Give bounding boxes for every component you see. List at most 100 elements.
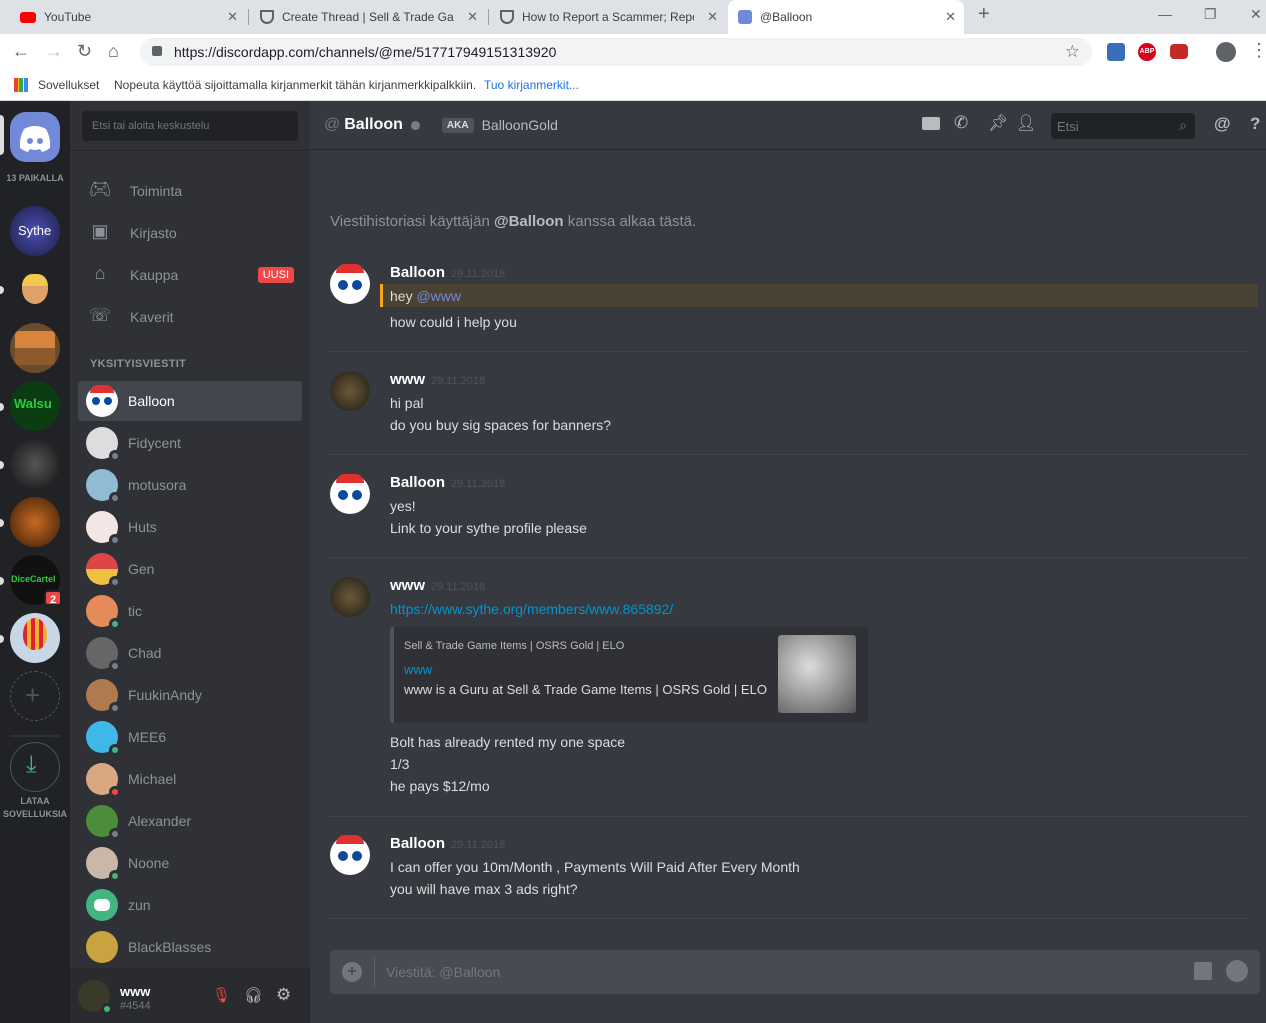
author-avatar[interactable] <box>330 835 370 875</box>
dm-item-fuukinandy[interactable]: FuukinAndy <box>78 675 302 715</box>
star-icon[interactable]: ☆ <box>1065 42 1080 62</box>
message-text: he pays $12/mo <box>390 778 490 794</box>
video-call-icon[interactable] <box>922 117 940 130</box>
address-bar[interactable]: https://discordapp.com/channels/@me/5177… <box>140 38 1092 66</box>
library-icon: ▣ <box>91 221 109 241</box>
message-text: hi pal <box>390 395 424 411</box>
restore-icon[interactable]: ❐ <box>1204 6 1217 23</box>
add-server-button[interactable]: + <box>10 671 60 721</box>
close-window-icon[interactable]: ✕ <box>1250 6 1262 23</box>
profile-icon[interactable] <box>1216 42 1236 62</box>
dm-item-mee6[interactable]: MEE6 <box>78 717 302 757</box>
server-balloon[interactable] <box>10 613 60 663</box>
back-icon[interactable]: ← <box>12 41 30 62</box>
settings-gear-icon[interactable]: ⚙ <box>276 985 291 1005</box>
forward-icon[interactable]: → <box>45 41 63 62</box>
status-offline-icon <box>109 534 121 546</box>
dm-item-noone[interactable]: Noone <box>78 843 302 883</box>
close-icon[interactable]: ✕ <box>707 9 718 25</box>
message-author[interactable]: Balloon 29.11.2018 <box>390 474 505 491</box>
embed-title[interactable]: www <box>404 662 432 677</box>
embed-thumbnail[interactable] <box>778 635 856 713</box>
close-icon[interactable]: ✕ <box>945 9 956 25</box>
message-text: you will have max 3 ads right? <box>390 881 578 897</box>
tab-balloon[interactable]: @Balloon ✕ <box>728 0 964 34</box>
user-avatar[interactable] <box>78 980 113 1015</box>
search-input[interactable]: Etsi ⌕ <box>1051 113 1195 139</box>
help-icon[interactable]: ? <box>1250 114 1260 134</box>
avatar <box>86 721 121 756</box>
avatar <box>86 427 121 462</box>
headphones-icon[interactable]: 🎧︎ <box>244 986 263 1004</box>
minimize-icon[interactable]: — <box>1158 6 1172 22</box>
message-author[interactable]: Balloon 29.11.2018 <box>390 835 505 852</box>
status-offline-icon <box>109 450 121 462</box>
dm-sidebar: Etsi tai aloita keskustelu 🎮︎ Toiminta ▣ K… <box>70 101 310 1023</box>
new-tab-icon[interactable]: + <box>978 3 990 26</box>
message-input-placeholder[interactable]: Viestitä: @Balloon <box>386 964 500 980</box>
adblock-icon[interactable]: ABP <box>1138 43 1156 61</box>
emoji-icon[interactable] <box>1226 960 1248 982</box>
dm-item-chad[interactable]: Chad <box>78 633 302 673</box>
nav-label: Kauppa <box>130 267 179 283</box>
apps-label[interactable]: Sovellukset <box>38 78 99 92</box>
nav-store[interactable]: ⌂ Kauppa UUSI <box>78 255 302 295</box>
dm-item-blackblasses[interactable]: BlackBlasses <box>78 927 302 967</box>
nav-friends[interactable]: ☏ Kaverit <box>78 297 302 337</box>
dm-item-gen[interactable]: Gen <box>78 549 302 589</box>
server-bird[interactable] <box>10 439 60 489</box>
home-icon[interactable]: ⌂ <box>108 41 119 62</box>
dm-item-tic[interactable]: tic <box>78 591 302 631</box>
voice-call-icon[interactable]: ✆ <box>954 113 968 133</box>
gift-icon[interactable] <box>1194 962 1212 980</box>
upload-plus-icon[interactable]: + <box>342 962 362 982</box>
nav-activity[interactable]: 🎮︎ Toiminta <box>78 171 302 211</box>
browser-tab-bar: YouTube ✕ Create Thread | Sell & Trade G… <box>0 0 1266 34</box>
download-apps-button[interactable]: ⤓ <box>10 742 60 792</box>
tab-create-thread[interactable]: Create Thread | Sell & Trade Gam ✕ <box>250 0 486 34</box>
message-text: how could i help you <box>390 314 517 330</box>
author-avatar[interactable] <box>330 371 370 411</box>
pin-icon[interactable]: 📌︎ <box>988 113 1008 133</box>
extension-icon[interactable] <box>1107 43 1125 61</box>
nav-library[interactable]: ▣ Kirjasto <box>78 213 302 253</box>
close-icon[interactable]: ✕ <box>227 9 238 25</box>
import-bookmarks-link[interactable]: Tuo kirjanmerkit... <box>484 78 579 92</box>
mute-icon[interactable]: 🎙︎ <box>212 986 231 1004</box>
add-friend-icon[interactable]: 👤︎ <box>1016 113 1036 133</box>
home-button[interactable] <box>10 112 60 162</box>
dm-item-alexander[interactable]: Alexander <box>78 801 302 841</box>
apps-icon[interactable] <box>14 78 28 92</box>
message-text: Bolt has already rented my one space <box>390 734 626 750</box>
tab-youtube[interactable]: YouTube ✕ <box>12 0 246 34</box>
profile-link[interactable]: https://www.sythe.org/members/www.865892… <box>390 601 673 617</box>
tab-title: YouTube <box>44 10 92 24</box>
dm-item-huts[interactable]: Huts <box>78 507 302 547</box>
message-author[interactable]: Balloon 29.11.2018 <box>390 264 505 281</box>
author-avatar[interactable] <box>330 474 370 514</box>
tv-extension-icon[interactable] <box>1170 44 1188 59</box>
message-author[interactable]: www 29.11.2018 <box>390 577 485 594</box>
message-author[interactable]: www 29.11.2018 <box>390 371 485 388</box>
server-walsu-gold[interactable]: Walsu <box>10 381 60 431</box>
dm-item-motusora[interactable]: motusora <box>78 465 302 505</box>
dm-item-zun[interactable]: zun <box>78 885 302 925</box>
dm-item-michael[interactable]: Michael <box>78 759 302 799</box>
find-conversation-input[interactable]: Etsi tai aloita keskustelu <box>82 111 298 141</box>
server-sythe[interactable]: Sythe <box>10 206 60 256</box>
dm-item-fidycent[interactable]: Fidycent <box>78 423 302 463</box>
author-name: www <box>390 371 426 388</box>
message-composer[interactable]: + Viestitä: @Balloon <box>330 950 1260 994</box>
author-avatar[interactable] <box>330 577 370 617</box>
mentions-icon[interactable]: @ <box>1214 114 1231 134</box>
server-handshake[interactable] <box>10 264 60 314</box>
author-avatar[interactable] <box>330 264 370 304</box>
server-lion[interactable] <box>10 497 60 547</box>
tab-report-scammer[interactable]: How to Report a Scammer; Repo ✕ <box>490 0 726 34</box>
menu-icon[interactable]: ⋮ <box>1250 40 1266 61</box>
dm-item-balloon[interactable]: Balloon <box>78 381 302 421</box>
close-icon[interactable]: ✕ <box>467 9 478 25</box>
reload-icon[interactable]: ↻ <box>77 41 92 62</box>
user-mention[interactable]: @www <box>416 288 461 304</box>
server-hut[interactable] <box>10 323 60 373</box>
